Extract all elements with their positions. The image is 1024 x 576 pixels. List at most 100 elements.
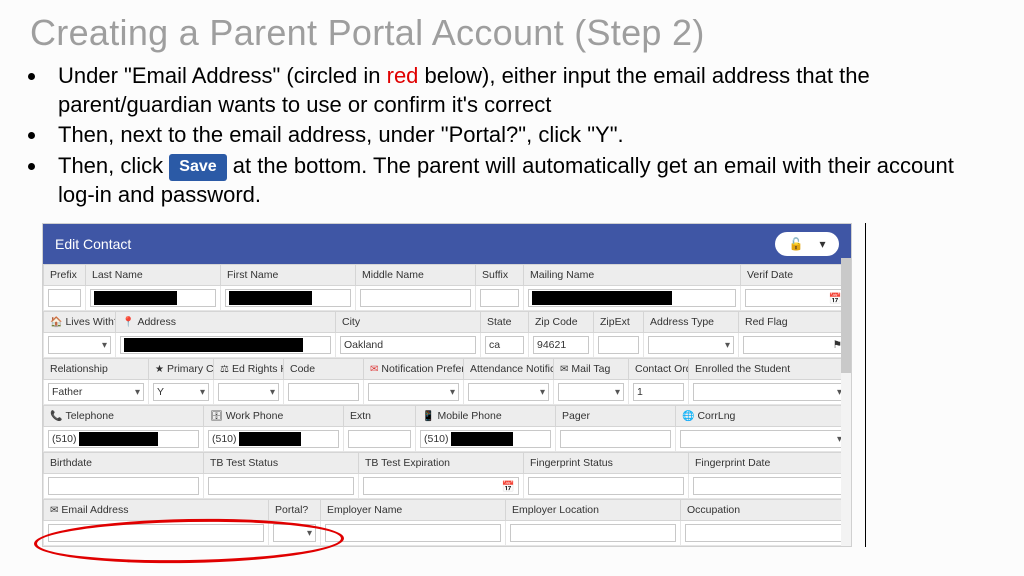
birthdate-input[interactable] <box>48 477 199 495</box>
bullet-3-text-a: Then, click <box>58 153 169 178</box>
pager-input[interactable] <box>560 430 671 448</box>
lbl-email: ✉Email Address <box>44 500 269 521</box>
zipext-input[interactable] <box>598 336 639 354</box>
fpstatus-input[interactable] <box>528 477 684 495</box>
order-input[interactable]: 1 <box>633 383 684 401</box>
screenshot-container: Edit Contact 🔓 ▾ Prefix Last Name First … <box>42 223 852 547</box>
lbl-suffix: Suffix <box>476 265 524 286</box>
mobile-input[interactable]: (510) <box>420 430 551 448</box>
telephone-input[interactable]: (510) <box>48 430 199 448</box>
employer-input[interactable] <box>325 524 501 542</box>
lbl-primary: ★Primary Contact <box>149 359 214 380</box>
pin-icon: 📍 <box>122 317 134 328</box>
form-row-4: 📞Telephone 🗄Work Phone Extn 📱Mobile Phon… <box>43 405 851 452</box>
lbl-occupation: Occupation <box>681 500 851 521</box>
unlock-icon[interactable]: 🔓 <box>789 237 804 251</box>
lbl-corrlng: 🌐CorrLng <box>676 406 851 427</box>
portal-select[interactable] <box>273 524 316 542</box>
lastname-input[interactable] <box>90 289 216 307</box>
lbl-extn: Extn <box>344 406 416 427</box>
notif-select[interactable] <box>368 383 459 401</box>
addrtype-select[interactable] <box>648 336 734 354</box>
relationship-select[interactable]: Father <box>48 383 144 401</box>
primary-select[interactable]: Y <box>153 383 209 401</box>
address-input[interactable] <box>120 336 331 354</box>
city-input[interactable]: Oakland <box>340 336 476 354</box>
code-input[interactable] <box>288 383 359 401</box>
lbl-employer: Employer Name <box>321 500 506 521</box>
form-header-bar: Edit Contact 🔓 ▾ <box>43 224 851 264</box>
lbl-prefix: Prefix <box>44 265 86 286</box>
tbstatus-input[interactable] <box>208 477 354 495</box>
lbl-order: Contact Order <box>629 359 689 380</box>
prefix-input[interactable] <box>48 289 81 307</box>
extn-input[interactable] <box>348 430 411 448</box>
lbl-relationship: Relationship <box>44 359 149 380</box>
redacted <box>79 432 158 446</box>
corrlng-select[interactable] <box>680 430 846 448</box>
lbl-zipext: ZipExt <box>594 312 644 333</box>
lbl-enrolled: Enrolled the Student <box>689 359 851 380</box>
save-button-inline: Save <box>169 154 226 181</box>
firstname-input[interactable] <box>225 289 351 307</box>
enrolled-select[interactable] <box>693 383 846 401</box>
lbl-state: State <box>481 312 529 333</box>
emploc-input[interactable] <box>510 524 676 542</box>
lbl-mobile: 📱Mobile Phone <box>416 406 556 427</box>
lbl-addrtype: Address Type <box>644 312 739 333</box>
attnotif-select[interactable] <box>468 383 549 401</box>
page-title: Creating a Parent Portal Account (Step 2… <box>30 12 994 54</box>
redflag-input[interactable]: ⚑ <box>743 336 846 354</box>
workphone-input[interactable]: (510) <box>208 430 339 448</box>
bullet-3: Then, click Save at the bottom. The pare… <box>48 152 994 209</box>
zip-input[interactable]: 94621 <box>533 336 589 354</box>
mailtag-select[interactable] <box>558 383 624 401</box>
lbl-code: Code <box>284 359 364 380</box>
form-header-title: Edit Contact <box>55 236 131 252</box>
email-input[interactable] <box>48 524 264 542</box>
state-input[interactable]: ca <box>485 336 524 354</box>
chevron-down-icon[interactable]: ▾ <box>819 237 825 251</box>
redacted <box>229 291 312 305</box>
edit-contact-form: Edit Contact 🔓 ▾ Prefix Last Name First … <box>42 223 852 547</box>
lbl-firstname: First Name <box>221 265 356 286</box>
scrollbar-thumb[interactable] <box>841 258 851 373</box>
lbl-portal: Portal? <box>269 500 321 521</box>
lbl-redflag: Red Flag <box>739 312 851 333</box>
redacted <box>532 291 672 305</box>
star-icon: ★ <box>155 364 164 375</box>
form-row-2: 🏠Lives With? 📍Address City State Zip Cod… <box>43 311 851 358</box>
fpdate-input[interactable] <box>693 477 846 495</box>
globe-icon: 🌐 <box>682 411 694 422</box>
occupation-input[interactable] <box>685 524 846 542</box>
tbexp-input[interactable]: 📅 <box>363 477 519 495</box>
lbl-liveswith: 🏠Lives With? <box>44 312 116 333</box>
form-row-1: Prefix Last Name First Name Middle Name … <box>43 264 851 311</box>
verifdate-input[interactable]: 📅 <box>745 289 846 307</box>
mailingname-input[interactable] <box>528 289 736 307</box>
lbl-mailingname: Mailing Name <box>524 265 741 286</box>
header-controls[interactable]: 🔓 ▾ <box>775 232 839 256</box>
edrights-select[interactable] <box>218 383 279 401</box>
scale-icon: ⚖ <box>220 364 229 375</box>
liveswith-select[interactable] <box>48 336 111 354</box>
lbl-emploc: Employer Location <box>506 500 681 521</box>
lbl-birthdate: Birthdate <box>44 453 204 474</box>
lbl-attnotif: Attendance Notification <box>464 359 554 380</box>
home-icon: 🏠 <box>50 317 62 328</box>
redacted <box>239 432 301 446</box>
bullet-1: Under "Email Address" (circled in red be… <box>48 62 994 119</box>
redacted <box>124 338 303 352</box>
middlename-input[interactable] <box>360 289 471 307</box>
lbl-address: 📍Address <box>116 312 336 333</box>
vertical-scrollbar[interactable] <box>841 258 851 546</box>
lbl-lastname: Last Name <box>86 265 221 286</box>
lbl-fpdate: Fingerprint Date <box>689 453 851 474</box>
lbl-notif: ✉Notification Preferences <box>364 359 464 380</box>
suffix-input[interactable] <box>480 289 519 307</box>
redacted <box>94 291 177 305</box>
lbl-city: City <box>336 312 481 333</box>
lbl-verifdate: Verif Date <box>741 265 851 286</box>
form-row-5: Birthdate TB Test Status TB Test Expirat… <box>43 452 851 499</box>
calendar-icon[interactable]: 📅 <box>502 480 515 493</box>
